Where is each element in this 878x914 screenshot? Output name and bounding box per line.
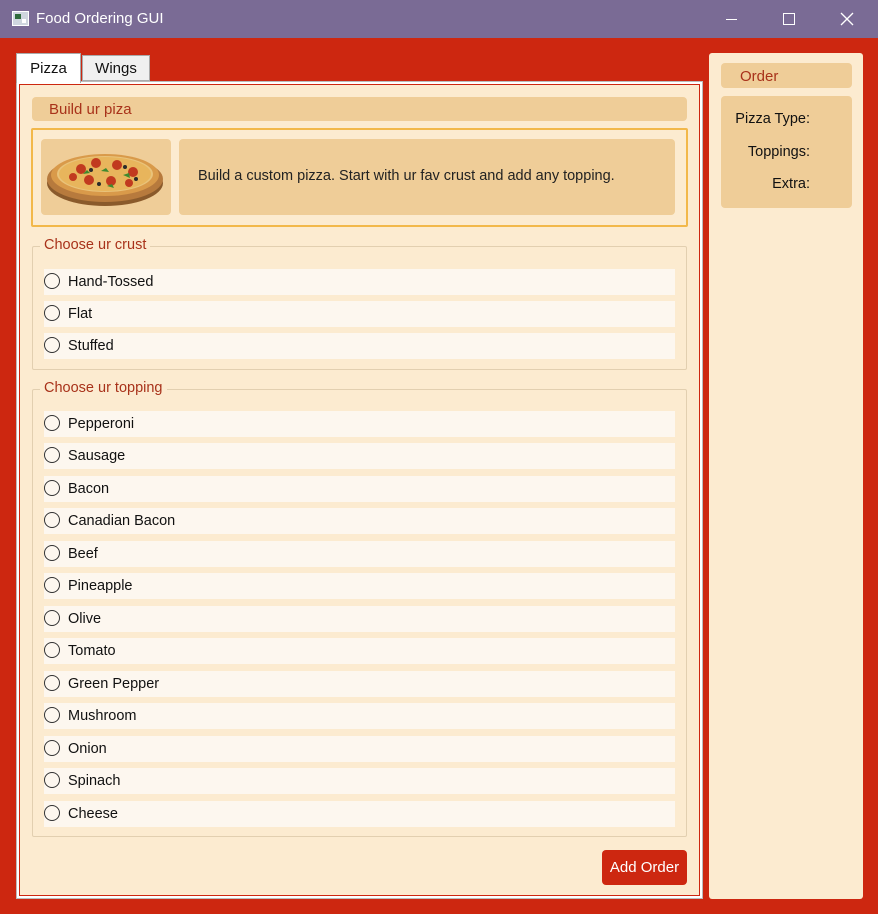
pizza-content: Build ur piza Build a custom pizza. Star… — [19, 84, 700, 896]
build-header-label: Build ur piza — [49, 101, 132, 118]
title-bar: Food Ordering GUI — [0, 0, 878, 38]
minimize-icon — [725, 18, 737, 20]
topping-option-spinach[interactable]: Spinach — [44, 768, 675, 794]
option-label: Sausage — [68, 448, 126, 464]
app-icon — [12, 11, 29, 26]
topping-option-beef[interactable]: Beef — [44, 541, 675, 567]
radio-button[interactable] — [44, 707, 60, 723]
option-label: Green Pepper — [68, 676, 160, 692]
order-header: Order — [721, 63, 852, 88]
intro-text: Build a custom pizza. Start with ur fav … — [198, 168, 615, 184]
radio-button[interactable] — [44, 675, 60, 691]
radio-button[interactable] — [44, 480, 60, 496]
topping-option-cheese[interactable]: Cheese — [44, 801, 675, 827]
radio-button[interactable] — [44, 740, 60, 756]
tab-wings[interactable]: Wings — [82, 55, 150, 81]
radio-button[interactable] — [44, 447, 60, 463]
topping-option-tomato[interactable]: Tomato — [44, 638, 675, 664]
radio-button[interactable] — [44, 610, 60, 626]
topping-option-olive[interactable]: Olive — [44, 606, 675, 632]
radio-button[interactable] — [44, 577, 60, 593]
radio-button[interactable] — [44, 772, 60, 788]
toppings-label: Toppings: — [747, 144, 810, 160]
crust-option-stuffed[interactable]: Stuffed — [44, 333, 675, 359]
intro-section: Build a custom pizza. Start with ur fav … — [31, 128, 688, 227]
crust-group-label: Choose ur crust — [40, 237, 151, 253]
option-label: Tomato — [68, 643, 116, 659]
tab-pizza[interactable]: Pizza — [16, 53, 81, 83]
order-summary: Pizza Type: Toppings: Extra: — [721, 96, 852, 208]
option-label: Stuffed — [68, 338, 114, 354]
topping-option-sausage[interactable]: Sausage — [44, 443, 675, 469]
minimize-button[interactable] — [702, 0, 760, 38]
add-order-button[interactable]: Add Order — [602, 850, 687, 885]
window-title: Food Ordering GUI — [36, 10, 164, 27]
close-icon — [840, 12, 854, 26]
intro-description: Build a custom pizza. Start with ur fav … — [179, 139, 675, 215]
option-label: Canadian Bacon — [68, 513, 176, 529]
topping-option-onion[interactable]: Onion — [44, 736, 675, 762]
radio-button[interactable] — [44, 337, 60, 353]
radio-button[interactable] — [44, 642, 60, 658]
radio-button[interactable] — [44, 415, 60, 431]
order-header-label: Order — [740, 68, 779, 85]
topping-option-green-pepper[interactable]: Green Pepper — [44, 671, 675, 697]
maximize-button[interactable] — [760, 0, 818, 38]
order-panel: Order Pizza Type: Toppings: Extra: — [709, 53, 863, 899]
topping-option-bacon[interactable]: Bacon — [44, 476, 675, 502]
topping-group-label: Choose ur topping — [40, 380, 167, 396]
option-label: Mushroom — [68, 708, 137, 724]
option-label: Hand-Tossed — [68, 274, 154, 290]
close-button[interactable] — [818, 0, 876, 38]
pizza-image — [41, 139, 171, 215]
topping-option-canadian-bacon[interactable]: Canadian Bacon — [44, 508, 675, 534]
extra-label: Extra: — [772, 176, 810, 192]
crust-option-flat[interactable]: Flat — [44, 301, 675, 327]
option-label: Spinach — [68, 773, 121, 789]
topping-group: Choose ur topping Pepperoni Sausage Baco… — [32, 380, 687, 837]
option-label: Pepperoni — [68, 416, 135, 432]
topping-option-pepperoni[interactable]: Pepperoni — [44, 411, 675, 437]
option-label: Beef — [68, 546, 98, 562]
crust-option-hand-tossed[interactable]: Hand-Tossed — [44, 269, 675, 295]
crust-group: Choose ur crust Hand-Tossed Flat Stuffed — [32, 237, 687, 370]
option-label: Bacon — [68, 481, 110, 497]
radio-button[interactable] — [44, 805, 60, 821]
radio-button[interactable] — [44, 512, 60, 528]
maximize-icon — [783, 13, 795, 25]
build-header: Build ur piza — [32, 97, 687, 121]
radio-button[interactable] — [44, 545, 60, 561]
pizza-tab-panel: Build ur piza Build a custom pizza. Star… — [16, 81, 703, 899]
pizza-type-label: Pizza Type: — [735, 111, 810, 127]
option-label: Onion — [68, 741, 107, 757]
radio-button[interactable] — [44, 305, 60, 321]
option-label: Flat — [68, 306, 93, 322]
radio-button[interactable] — [44, 273, 60, 289]
topping-option-mushroom[interactable]: Mushroom — [44, 703, 675, 729]
option-label: Olive — [68, 611, 102, 627]
topping-option-pineapple[interactable]: Pineapple — [44, 573, 675, 599]
option-label: Cheese — [68, 806, 118, 822]
pizza-illustration — [47, 154, 163, 206]
option-label: Pineapple — [68, 578, 133, 594]
